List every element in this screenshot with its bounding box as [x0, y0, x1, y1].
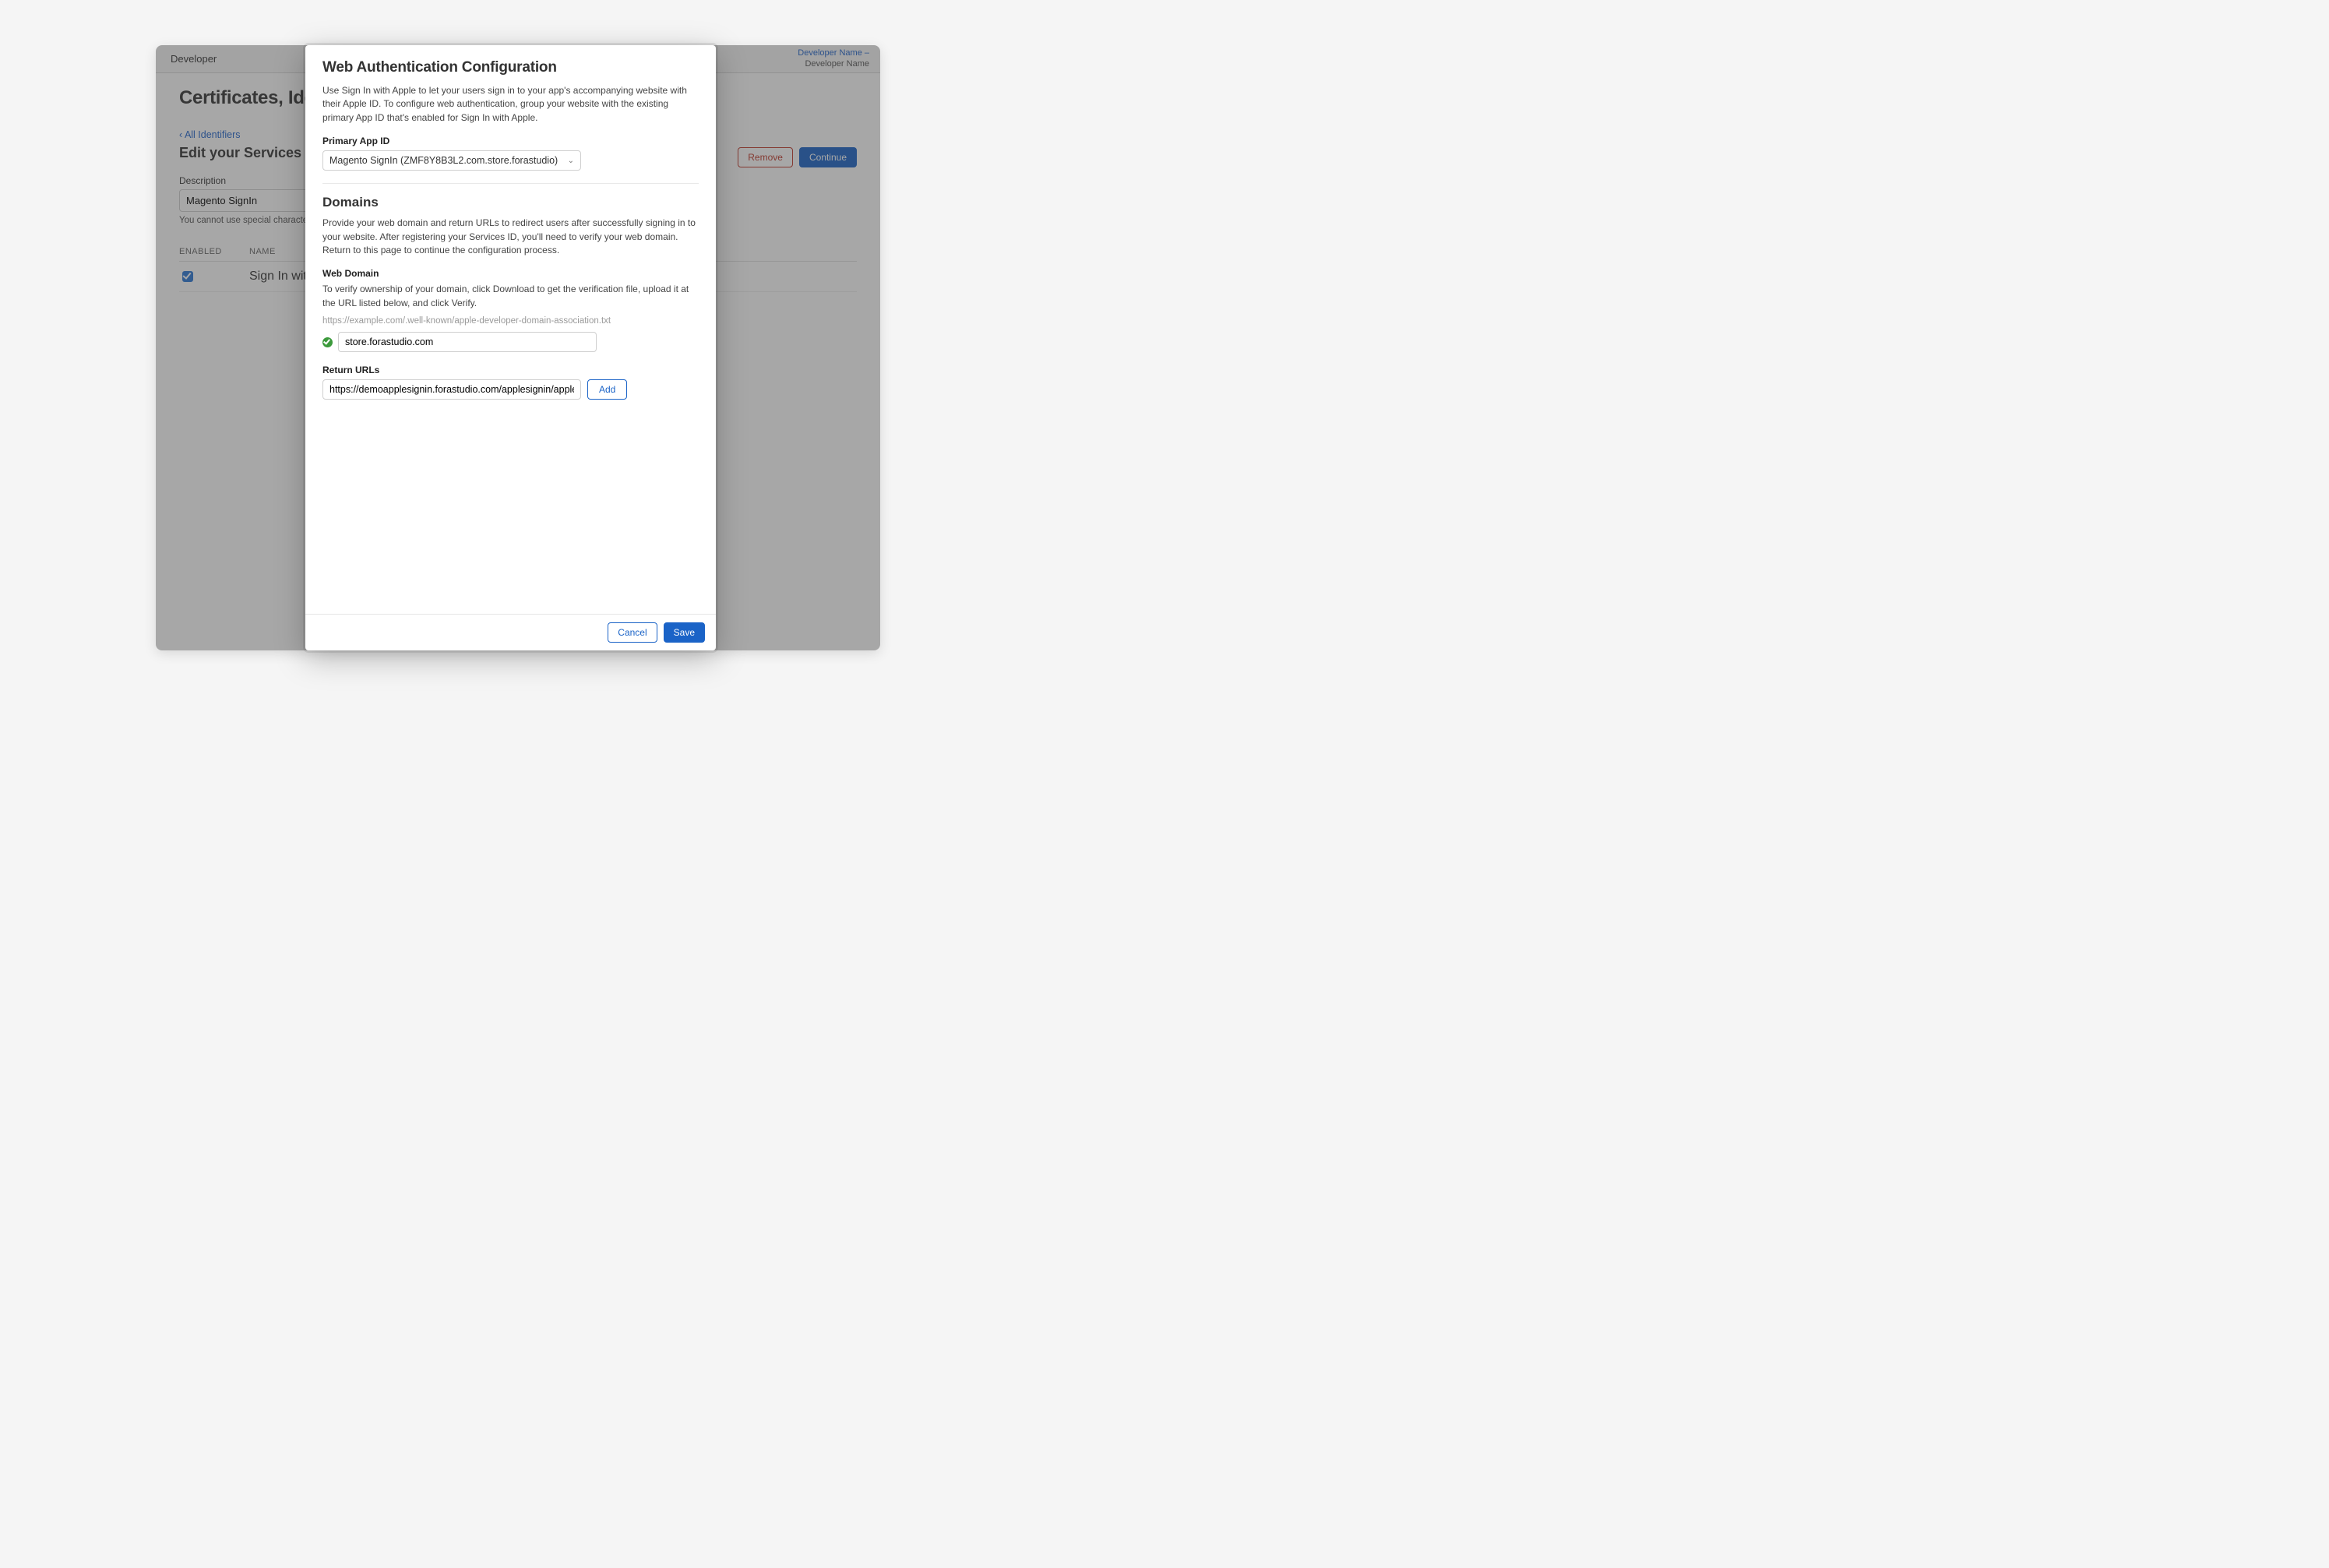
primary-app-id-label: Primary App ID — [322, 136, 699, 146]
modal-body: Web Authentication Configuration Use Sig… — [305, 45, 716, 614]
domains-intro: Provide your web domain and return URLs … — [322, 217, 699, 257]
domains-title: Domains — [322, 195, 699, 210]
add-button[interactable]: Add — [587, 379, 627, 400]
web-domain-help: To verify ownership of your domain, clic… — [322, 283, 699, 310]
save-button[interactable]: Save — [664, 622, 705, 643]
web-domain-label: Web Domain — [322, 268, 699, 279]
web-domain-input[interactable] — [338, 332, 597, 352]
primary-app-id-select[interactable]: Magento SignIn (ZMF8Y8B3L2.com.store.for… — [322, 150, 581, 171]
return-url-input[interactable] — [322, 379, 581, 400]
cancel-button[interactable]: Cancel — [608, 622, 657, 643]
return-url-row: Add — [322, 379, 699, 400]
primary-app-id-value: Magento SignIn (ZMF8Y8B3L2.com.store.for… — [329, 155, 558, 166]
verified-check-icon — [322, 337, 333, 347]
divider — [322, 183, 699, 184]
web-domain-url-hint: https://example.com/.well-known/apple-de… — [322, 316, 699, 326]
return-urls-label: Return URLs — [322, 365, 699, 375]
web-auth-config-modal: Web Authentication Configuration Use Sig… — [305, 45, 716, 650]
modal-footer: Cancel Save — [305, 614, 716, 650]
chevron-down-icon: ⌄ — [568, 157, 574, 165]
modal-intro: Use Sign In with Apple to let your users… — [322, 84, 699, 125]
web-domain-row — [322, 332, 699, 352]
modal-title: Web Authentication Configuration — [322, 59, 699, 76]
